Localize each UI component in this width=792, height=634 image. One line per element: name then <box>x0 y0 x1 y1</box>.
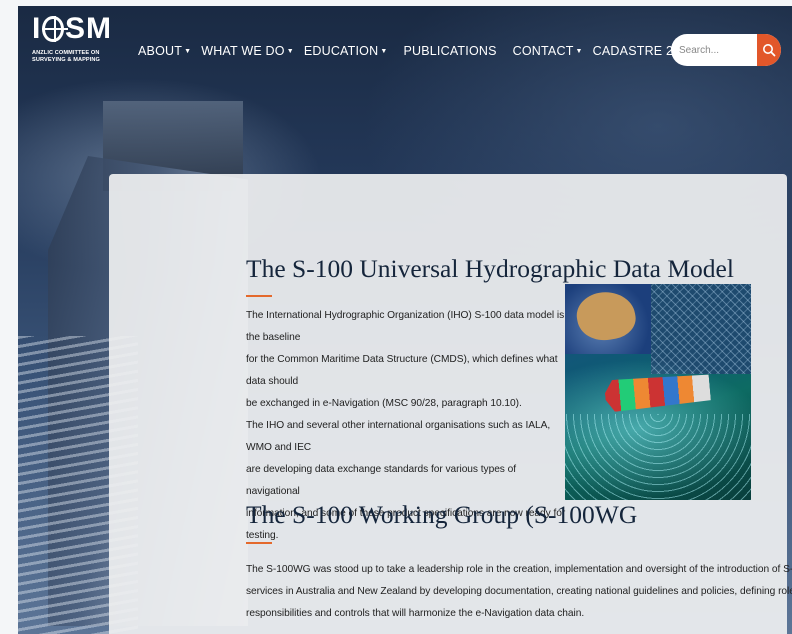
nav-item-label: CONTACT <box>512 44 574 58</box>
nav-item-education[interactable]: EDUCATION ▼ <box>304 44 388 58</box>
logo-mark-left: I <box>32 12 42 45</box>
caret-down-icon: ▼ <box>184 47 192 55</box>
caret-down-icon: ▼ <box>380 47 388 55</box>
globe-icon <box>42 16 68 42</box>
paragraph-line: are developing data exchange standards f… <box>246 464 517 497</box>
paragraph-line: The S-100WG was stood up to take a leade… <box>246 564 792 575</box>
nav-item-what-we-do[interactable]: WHAT WE DO ▼ <box>201 44 294 58</box>
data-points-pattern <box>565 414 751 500</box>
logo-subtitle: ANZLIC COMMITTEE ON SURVEYING & MAPPING <box>32 50 112 64</box>
search-icon <box>763 44 776 57</box>
paragraph-line: responsibilities and controls that will … <box>246 608 585 619</box>
logo-mark: I SM <box>32 14 112 44</box>
content-card: The S-100 Universal Hydrographic Data Mo… <box>109 174 792 634</box>
search-box <box>671 34 781 66</box>
nav-item-label: EDUCATION <box>303 44 379 58</box>
page-viewport: I SM ANZLIC COMMITTEE ON SURVEYING & MAP… <box>18 6 792 634</box>
search-input[interactable] <box>679 41 751 59</box>
search-button[interactable] <box>757 34 781 66</box>
continent-shape <box>613 328 623 336</box>
globe-australia-image <box>565 284 655 354</box>
continent-shape <box>573 287 639 345</box>
nav-item-label: ABOUT <box>138 44 183 58</box>
heading-accent-divider <box>246 295 272 297</box>
paragraph-line: be exchanged in e-Navigation (MSC 90/28,… <box>246 398 522 409</box>
heading-accent-divider <box>246 542 272 544</box>
s100-illustration-image <box>565 284 751 500</box>
paragraph-line: The International Hydrographic Organizat… <box>246 310 565 343</box>
paragraph-line: The IHO and several other international … <box>246 420 551 453</box>
nav-item-label: PUBLICATIONS <box>403 44 497 58</box>
logo-mark-right: SM <box>65 12 112 45</box>
section-heading-s100-model: The S-100 Universal Hydrographic Data Mo… <box>246 254 734 283</box>
nav-item-about[interactable]: ABOUT ▼ <box>138 44 191 58</box>
nav-item-publications[interactable]: PUBLICATIONS <box>403 44 496 58</box>
s100wg-paragraph: The S-100WG was stood up to take a leade… <box>246 559 792 625</box>
logo-subtitle-line2: SURVEYING & MAPPING <box>32 57 101 63</box>
logo-subtitle-line1: ANZLIC COMMITTEE ON <box>32 50 100 56</box>
main-nav: ABOUT ▼ WHAT WE DO ▼ EDUCATION ▼ PUBLICA… <box>138 44 695 58</box>
section-heading-s100-working-group: The S-100 Working Group (S-100WG <box>246 500 638 529</box>
nav-item-label: WHAT WE DO <box>201 44 285 58</box>
nav-item-contact[interactable]: CONTACT ▼ <box>513 44 583 58</box>
paragraph-line: services in Australia and New Zealand by… <box>246 586 792 597</box>
site-logo[interactable]: I SM ANZLIC COMMITTEE ON SURVEYING & MAP… <box>32 14 112 90</box>
paragraph-line: for the Common Maritime Data Structure (… <box>246 354 558 387</box>
caret-down-icon: ▼ <box>575 47 583 55</box>
caret-down-icon: ▼ <box>286 47 294 55</box>
